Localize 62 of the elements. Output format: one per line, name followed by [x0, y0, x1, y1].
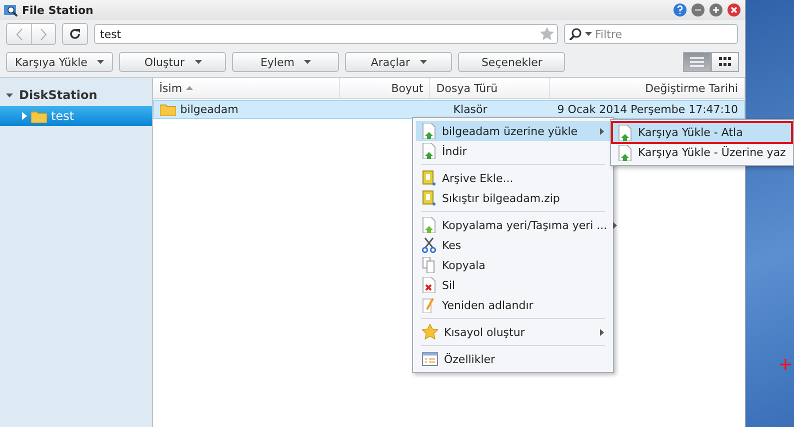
file-arrow-icon	[422, 143, 436, 159]
toolbar-button[interactable]: Araçlar	[345, 52, 452, 72]
star-icon[interactable]	[540, 27, 554, 41]
file-name: bilgeadam	[180, 103, 238, 116]
column-header[interactable]: Değiştirme Tarihi	[550, 78, 745, 98]
toolbar-button[interactable]: Eylem	[232, 52, 340, 72]
file-arrow-icon	[618, 144, 632, 160]
file-row[interactable]: bilgeadam Klasör 9 Ocak 2014 Perşembe 17:47:10	[153, 100, 745, 119]
menu-item[interactable]: Karşıya Yükle - Atla	[613, 123, 791, 142]
menu-item[interactable]: Arşive Ekle...	[416, 168, 610, 188]
menu-item[interactable]: bilgeadam üzerine yükle	[416, 121, 610, 141]
menu-item[interactable]: Kısayol oluştur	[416, 322, 610, 342]
file-arrow-icon	[422, 123, 436, 139]
menu-item[interactable]: Özellikler	[416, 349, 610, 369]
refresh-icon	[69, 28, 81, 40]
close-icon[interactable]	[727, 3, 741, 17]
expanded-arrow-icon[interactable]	[6, 92, 13, 98]
scissors-icon	[422, 237, 436, 253]
window-title: File Station	[22, 4, 94, 16]
folder-icon	[160, 103, 176, 116]
collapsed-arrow-icon[interactable]	[22, 112, 27, 120]
column-header[interactable]: Dosya Türü	[430, 78, 550, 98]
grid-icon	[719, 57, 731, 67]
toolbar-button[interactable]: Oluştur	[119, 52, 226, 72]
list-icon	[690, 57, 704, 67]
column-header[interactable]: Boyut	[340, 78, 430, 98]
menu-item[interactable]: Sil	[416, 275, 610, 295]
file-arrow-icon	[618, 124, 632, 140]
column-header[interactable]: İsim	[153, 78, 340, 98]
help-icon[interactable]	[673, 3, 687, 17]
tree-root-label: DiskStation	[19, 88, 98, 102]
menu-item[interactable]: Karşıya Yükle - Üzerine yaz	[613, 143, 791, 162]
caret-icon	[585, 32, 592, 36]
file-date: 9 Ocak 2014 Perşembe 17:47:10	[557, 103, 738, 116]
toolbar-button[interactable]: Seçenekler	[458, 52, 566, 72]
archive-icon	[422, 190, 436, 206]
menu-item[interactable]: Kes	[416, 235, 610, 255]
star-icon	[422, 324, 438, 340]
delete-icon	[422, 277, 436, 293]
pencil-icon	[422, 297, 436, 313]
copy-icon	[422, 257, 436, 273]
menu-item[interactable]: İndir	[416, 141, 610, 161]
maximize-icon[interactable]	[709, 3, 723, 17]
menu-item[interactable]: Sıkıştır bilgeadam.zip	[416, 188, 610, 208]
properties-icon	[422, 352, 438, 366]
filter-field[interactable]: Filtre	[564, 24, 738, 44]
back-icon	[16, 28, 22, 40]
file-type: Klasör	[453, 103, 488, 116]
menu-item[interactable]: Kopyala	[416, 255, 610, 275]
minimize-icon[interactable]	[691, 3, 705, 17]
file-arrow-icon	[422, 217, 436, 233]
folder-icon	[31, 110, 47, 122]
menu-item[interactable]: Kopyalama yeri/Taşıma yeri ...	[416, 215, 610, 235]
cursor-crosshair-icon	[780, 359, 791, 370]
archive-icon	[422, 170, 436, 186]
app-logo-icon	[4, 4, 18, 16]
path-field[interactable]: test	[94, 24, 558, 44]
toolbar-button[interactable]: Karşıya Yükle	[6, 52, 114, 72]
forward-icon	[40, 28, 47, 40]
menu-item[interactable]: Yeniden adlandır	[416, 295, 610, 315]
search-icon	[569, 28, 582, 40]
grid-view-button[interactable]	[711, 52, 739, 72]
